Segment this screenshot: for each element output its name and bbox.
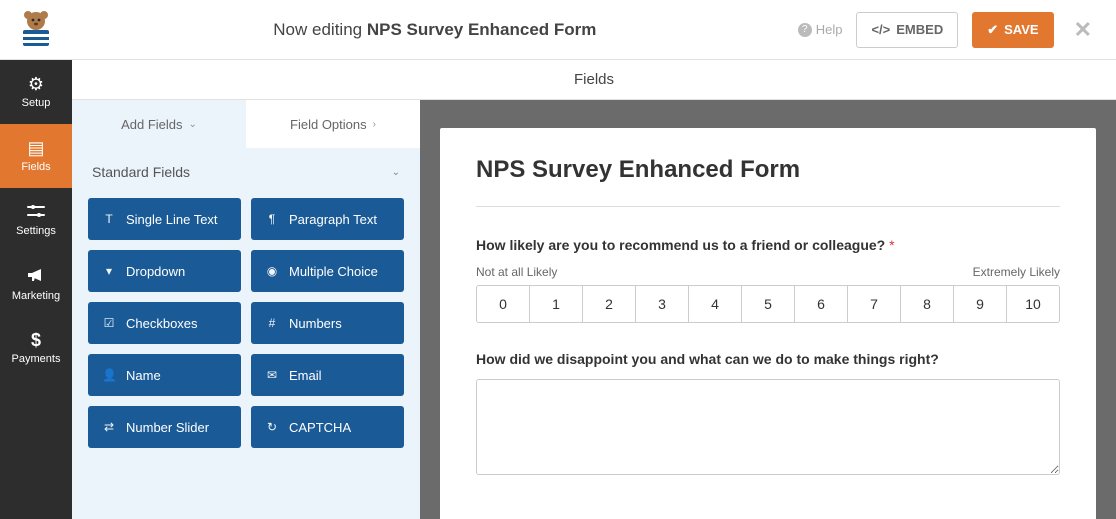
- nps-high-label: Extremely Likely: [973, 265, 1060, 279]
- field-captcha[interactable]: ↻ CAPTCHA: [251, 406, 404, 448]
- radio-icon: ◉: [265, 264, 279, 278]
- section-standard-label: Standard Fields: [92, 164, 190, 180]
- nav-fields-label: Fields: [21, 161, 50, 173]
- text-icon: T: [102, 212, 116, 226]
- nav-setup[interactable]: ⚙ Setup: [0, 60, 72, 124]
- sliders-icon: [27, 203, 45, 221]
- field-label: Checkboxes: [126, 316, 198, 331]
- user-icon: 👤: [102, 368, 116, 382]
- field-label: CAPTCHA: [289, 420, 351, 435]
- question-nps: How likely are you to recommend us to a …: [476, 237, 1060, 253]
- nps-option-6[interactable]: 6: [795, 286, 848, 322]
- editing-form-name: NPS Survey Enhanced Form: [367, 20, 597, 39]
- nps-option-3[interactable]: 3: [636, 286, 689, 322]
- nps-option-9[interactable]: 9: [954, 286, 1007, 322]
- nps-legend: Not at all Likely Extremely Likely: [476, 265, 1060, 279]
- section-standard-fields[interactable]: Standard Fields ⌄: [72, 148, 420, 190]
- embed-button[interactable]: </> EMBED: [856, 12, 958, 48]
- nps-option-10[interactable]: 10: [1007, 286, 1059, 322]
- field-label: Name: [126, 368, 161, 383]
- nps-option-7[interactable]: 7: [848, 286, 901, 322]
- field-number-slider[interactable]: ⇄ Number Slider: [88, 406, 241, 448]
- tab-field-options[interactable]: Field Options ›: [246, 100, 420, 148]
- form-card: NPS Survey Enhanced Form How likely are …: [440, 128, 1096, 519]
- help-link[interactable]: ? Help: [798, 22, 843, 37]
- nav-marketing[interactable]: Marketing: [0, 252, 72, 316]
- field-paragraph-text[interactable]: ¶ Paragraph Text: [251, 198, 404, 240]
- question-feedback: How did we disappoint you and what can w…: [476, 351, 1060, 367]
- nps-option-1[interactable]: 1: [530, 286, 583, 322]
- field-label: Dropdown: [126, 264, 185, 279]
- paragraph-icon: ¶: [265, 212, 279, 226]
- field-label: Paragraph Text: [289, 212, 377, 227]
- editing-prefix: Now editing: [273, 20, 367, 39]
- nav-payments[interactable]: $ Payments: [0, 316, 72, 380]
- nps-option-8[interactable]: 8: [901, 286, 954, 322]
- required-asterisk: *: [885, 237, 894, 253]
- form-icon: ▤: [27, 139, 44, 157]
- bullhorn-icon: [27, 267, 45, 286]
- gear-icon: ⚙: [28, 75, 44, 93]
- builder-heading: Fields: [72, 60, 1116, 100]
- embed-icon: </>: [871, 22, 890, 37]
- nps-option-4[interactable]: 4: [689, 286, 742, 322]
- tab-add-label: Add Fields: [121, 117, 182, 132]
- editing-title: Now editing NPS Survey Enhanced Form: [72, 20, 798, 40]
- nps-option-2[interactable]: 2: [583, 286, 636, 322]
- field-label: Single Line Text: [126, 212, 218, 227]
- embed-label: EMBED: [896, 22, 943, 37]
- field-label: Number Slider: [126, 420, 209, 435]
- tab-add-fields[interactable]: Add Fields ⌄: [72, 100, 246, 148]
- form-title: NPS Survey Enhanced Form: [476, 156, 1060, 207]
- nps-option-0[interactable]: 0: [477, 286, 530, 322]
- field-name[interactable]: 👤 Name: [88, 354, 241, 396]
- tab-options-label: Field Options: [290, 117, 367, 132]
- sidebar-nav: ⚙ Setup ▤ Fields Settings Marketing $ Pa…: [0, 60, 72, 519]
- save-label: SAVE: [1004, 22, 1038, 37]
- slider-icon: ⇄: [102, 420, 116, 434]
- field-label: Numbers: [289, 316, 342, 331]
- chevron-down-icon: ⌄: [189, 119, 197, 130]
- save-button[interactable]: ✔ SAVE: [972, 12, 1053, 48]
- field-label: Multiple Choice: [289, 264, 378, 279]
- check-icon: ✔: [987, 22, 998, 38]
- field-multiple-choice[interactable]: ◉ Multiple Choice: [251, 250, 404, 292]
- refresh-icon: ↻: [265, 420, 279, 434]
- envelope-icon: ✉: [265, 368, 279, 382]
- field-label: Email: [289, 368, 322, 383]
- fields-panel: Add Fields ⌄ Field Options › Standard Fi…: [72, 100, 420, 519]
- dollar-icon: $: [31, 331, 41, 349]
- check-icon: ☑: [102, 316, 116, 330]
- field-single-line-text[interactable]: T Single Line Text: [88, 198, 241, 240]
- hash-icon: #: [265, 316, 279, 330]
- field-dropdown[interactable]: ▾ Dropdown: [88, 250, 241, 292]
- nps-option-5[interactable]: 5: [742, 286, 795, 322]
- nav-settings-label: Settings: [16, 225, 56, 237]
- dropdown-icon: ▾: [102, 264, 116, 278]
- chevron-down-icon: ⌄: [392, 167, 400, 178]
- help-label: Help: [816, 22, 843, 37]
- nav-marketing-label: Marketing: [12, 290, 60, 302]
- help-icon: ?: [798, 23, 812, 37]
- question-nps-text: How likely are you to recommend us to a …: [476, 237, 885, 253]
- feedback-textarea[interactable]: [476, 379, 1060, 475]
- field-numbers[interactable]: # Numbers: [251, 302, 404, 344]
- nps-low-label: Not at all Likely: [476, 265, 557, 279]
- close-button[interactable]: ✕: [1068, 17, 1098, 43]
- form-preview-canvas: NPS Survey Enhanced Form How likely are …: [420, 100, 1116, 519]
- field-email[interactable]: ✉ Email: [251, 354, 404, 396]
- nav-settings[interactable]: Settings: [0, 188, 72, 252]
- chevron-right-icon: ›: [373, 119, 376, 130]
- app-logo: [0, 0, 72, 60]
- nav-setup-label: Setup: [22, 97, 51, 109]
- nps-scale: 0 1 2 3 4 5 6 7 8 9 10: [476, 285, 1060, 323]
- field-checkboxes[interactable]: ☑ Checkboxes: [88, 302, 241, 344]
- nav-payments-label: Payments: [12, 353, 61, 365]
- nav-fields[interactable]: ▤ Fields: [0, 124, 72, 188]
